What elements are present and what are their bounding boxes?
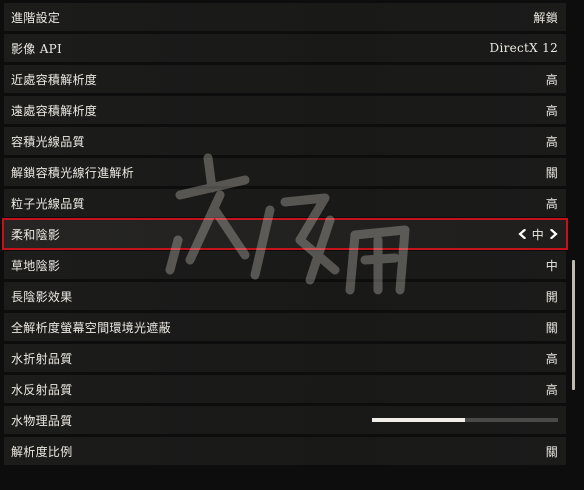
- setting-label: 草地陰影: [11, 258, 61, 273]
- setting-value: 高: [545, 196, 558, 211]
- setting-label: 解鎖容積光線行進解析: [11, 165, 135, 180]
- slider-fill: [372, 418, 465, 422]
- setting-label: 容積光線品質: [11, 134, 85, 149]
- setting-value: 高: [545, 382, 558, 397]
- setting-row-long-shadows[interactable]: 長陰影效果 開: [4, 282, 566, 310]
- settings-panel: 進階設定 解鎖 影像 API DirectX 12 近處容積解析度 高 遠處容積…: [0, 0, 584, 490]
- setting-value: 開: [545, 289, 558, 304]
- setting-row-particle-lighting-quality[interactable]: 粒子光線品質 高: [4, 189, 566, 217]
- setting-label: 水反射品質: [11, 382, 73, 397]
- setting-value: DirectX 12: [489, 41, 558, 55]
- setting-row-near-volumetric-resolution[interactable]: 近處容積解析度 高: [4, 65, 566, 93]
- setting-value: 關: [545, 444, 558, 459]
- setting-row-water-physics[interactable]: 水物理品質: [4, 406, 566, 434]
- setting-row-advanced[interactable]: 進階設定 解鎖: [4, 3, 566, 31]
- setting-value: 高: [545, 351, 558, 366]
- setting-label: 遠處容積解析度: [11, 103, 98, 118]
- setting-label: 粒子光線品質: [11, 196, 85, 211]
- setting-label: 進階設定: [11, 10, 61, 25]
- scrollbar-thumb[interactable]: [572, 260, 575, 390]
- setting-label: 影像 API: [11, 41, 63, 56]
- water-physics-slider[interactable]: [372, 418, 558, 422]
- chevron-left-icon[interactable]: [518, 229, 526, 239]
- setting-value: 中: [531, 227, 544, 242]
- setting-row-graphics-api[interactable]: 影像 API DirectX 12: [4, 34, 566, 62]
- setting-row-unlocked-volumetric-raymarch[interactable]: 解鎖容積光線行進解析 關: [4, 158, 566, 186]
- setting-label: 近處容積解析度: [11, 72, 98, 87]
- setting-label: 長陰影效果: [11, 289, 73, 304]
- setting-row-resolution-scale[interactable]: 解析度比例 關: [4, 437, 566, 465]
- setting-value: 關: [545, 320, 558, 335]
- setting-label: 解析度比例: [11, 444, 73, 459]
- setting-row-water-refraction[interactable]: 水折射品質 高: [4, 344, 566, 372]
- chevron-right-icon[interactable]: [550, 229, 558, 239]
- setting-row-water-reflection[interactable]: 水反射品質 高: [4, 375, 566, 403]
- setting-label: 全解析度螢幕空間環境光遮蔽: [11, 320, 171, 335]
- setting-value: 高: [545, 72, 558, 87]
- settings-list: 進階設定 解鎖 影像 API DirectX 12 近處容積解析度 高 遠處容積…: [2, 3, 568, 468]
- setting-value: 解鎖: [533, 10, 558, 25]
- setting-value: 關: [545, 165, 558, 180]
- setting-row-volumetric-lighting-quality[interactable]: 容積光線品質 高: [4, 127, 566, 155]
- setting-row-soft-shadows[interactable]: 柔和陰影 中: [2, 218, 568, 250]
- setting-row-far-volumetric-resolution[interactable]: 遠處容積解析度 高: [4, 96, 566, 124]
- setting-value: 中: [545, 258, 558, 273]
- setting-row-grass-shadows[interactable]: 草地陰影 中: [4, 251, 566, 279]
- setting-label: 水折射品質: [11, 351, 73, 366]
- setting-row-full-res-ssao[interactable]: 全解析度螢幕空間環境光遮蔽 關: [4, 313, 566, 341]
- setting-value: 高: [545, 134, 558, 149]
- setting-label: 柔和陰影: [11, 227, 61, 242]
- option-selector: 中: [518, 226, 558, 243]
- setting-label: 水物理品質: [11, 413, 73, 428]
- setting-value: 高: [545, 103, 558, 118]
